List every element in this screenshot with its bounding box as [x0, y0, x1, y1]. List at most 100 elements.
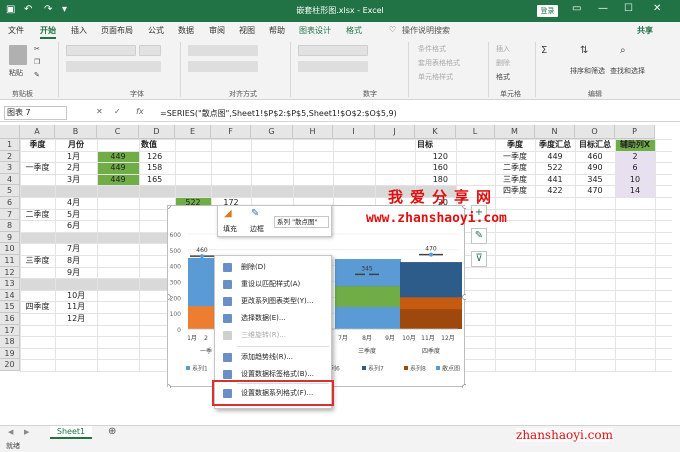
column-header-p[interactable]: P	[615, 125, 655, 139]
cell-b15[interactable]: 11月	[57, 301, 95, 312]
cell-b14[interactable]: 10月	[57, 290, 95, 301]
cell-styles-button[interactable]: 单元格样式	[418, 72, 453, 82]
cell-b2[interactable]: 1月	[57, 151, 95, 162]
tab-formulas[interactable]: 公式	[148, 25, 164, 36]
sheet-tab-sheet1[interactable]: Sheet1	[50, 426, 92, 439]
tab-chart-design[interactable]: 图表设计	[299, 25, 331, 36]
tab-insert[interactable]: 插入	[71, 25, 87, 36]
chart-filters-button[interactable]: ⊽	[471, 251, 487, 267]
q4-bar-mid[interactable]	[400, 297, 462, 310]
tab-help[interactable]: 帮助	[269, 25, 285, 36]
cell-o5[interactable]: 470	[577, 185, 613, 196]
row-header-19[interactable]: 19	[0, 347, 20, 360]
alignment-bottom-buttons[interactable]	[188, 61, 258, 72]
cell-a1[interactable]: 季度	[22, 139, 53, 150]
cell-b3[interactable]: 2月	[57, 162, 95, 173]
scroll-left-icon[interactable]: ◀	[8, 428, 13, 436]
menu-item-5[interactable]: 添加趋势线(R)...	[215, 349, 331, 366]
copy-icon[interactable]: ❐	[34, 58, 40, 66]
cell-d1[interactable]: 数值	[141, 139, 173, 150]
cell-b1[interactable]: 月份	[57, 139, 95, 150]
minimize-icon[interactable]: —	[598, 3, 608, 14]
cell-k4[interactable]: 180	[417, 174, 454, 185]
cell-d3[interactable]: 158	[141, 162, 173, 173]
tab-data[interactable]: 数据	[178, 25, 194, 36]
cell-c3[interactable]: 449	[99, 162, 137, 173]
row-header-3[interactable]: 3	[0, 162, 20, 174]
row-header-1[interactable]: 1	[0, 139, 20, 151]
tab-home[interactable]: 开始	[40, 25, 56, 39]
row-header-6[interactable]: 6	[0, 197, 20, 209]
tell-me-search[interactable]: 操作说明搜索	[402, 25, 450, 36]
tab-view[interactable]: 视图	[239, 25, 255, 36]
resize-handle[interactable]	[462, 294, 468, 300]
conditional-format-button[interactable]: 条件格式	[418, 44, 446, 54]
series-select-dropdown[interactable]: 系列 "散点图"	[274, 216, 329, 228]
cell-n3[interactable]: 522	[537, 162, 573, 173]
cell-m5[interactable]: 四季度	[497, 185, 533, 196]
cell-o3[interactable]: 490	[577, 162, 613, 173]
row-header-13[interactable]: 13	[0, 278, 20, 290]
border-button[interactable]: 边框	[250, 224, 264, 234]
resize-handle[interactable]	[165, 294, 171, 300]
cell-o4[interactable]: 345	[577, 174, 613, 185]
column-header-j[interactable]: J	[375, 125, 415, 139]
chart-styles-button[interactable]: ✎	[471, 228, 487, 244]
cell-b16[interactable]: 12月	[57, 313, 95, 324]
cell-n2[interactable]: 449	[537, 151, 573, 162]
alignment-top-buttons[interactable]	[188, 45, 258, 56]
insert-cells-button[interactable]: 插入	[496, 44, 510, 54]
menu-item-3[interactable]: 选择数据(E)...	[215, 310, 331, 327]
row-header-8[interactable]: 8	[0, 220, 20, 232]
scatter-point[interactable]	[429, 252, 433, 257]
cell-k1[interactable]: 目标	[417, 139, 454, 150]
column-header-n[interactable]: N	[535, 125, 575, 139]
cell-a3[interactable]: 一季度	[22, 162, 53, 173]
column-header-c[interactable]: C	[97, 125, 139, 139]
column-header-b[interactable]: B	[55, 125, 97, 139]
cell-c4[interactable]: 449	[99, 174, 137, 185]
font-name-dropdown[interactable]	[66, 45, 136, 56]
cell-n4[interactable]: 441	[537, 174, 573, 185]
cell-p1[interactable]: 辅助列X	[617, 139, 653, 150]
cut-icon[interactable]: ✂	[34, 45, 40, 53]
q4-bar-bottom[interactable]	[400, 307, 462, 329]
row-header-4[interactable]: 4	[0, 173, 20, 186]
cell-p3[interactable]: 6	[617, 162, 653, 173]
paste-icon[interactable]	[9, 45, 27, 65]
cell-b6[interactable]: 4月	[57, 197, 95, 208]
enter-icon[interactable]: ✓	[114, 107, 121, 116]
row-header-17[interactable]: 17	[0, 324, 20, 337]
cell-m2[interactable]: 一季度	[497, 151, 533, 162]
tab-review[interactable]: 审阅	[209, 25, 225, 36]
format-cells-button[interactable]: 格式	[496, 72, 510, 82]
cell-a7[interactable]: 二季度	[22, 209, 53, 220]
share-button[interactable]: 共享	[637, 25, 653, 36]
cell-a15[interactable]: 四季度	[22, 301, 53, 312]
tab-format[interactable]: 格式	[346, 25, 362, 36]
login-button[interactable]: 登录	[537, 5, 558, 17]
cell-o1[interactable]: 目标汇总	[577, 139, 613, 150]
row-header-7[interactable]: 7	[0, 208, 20, 221]
q1-bar-bottom[interactable]	[188, 306, 216, 329]
cell-b8[interactable]: 6月	[57, 220, 95, 231]
cell-a11[interactable]: 三季度	[22, 255, 53, 266]
cell-n5[interactable]: 422	[537, 185, 573, 196]
fill-button[interactable]: 填充	[223, 224, 237, 234]
cell-p5[interactable]: 14	[617, 185, 653, 196]
column-header-f[interactable]: F	[211, 125, 251, 139]
row-header-2[interactable]: 2	[0, 150, 20, 163]
autosum-icon[interactable]: Σ	[541, 45, 547, 56]
name-box[interactable]: 图表 7	[4, 106, 67, 120]
column-header-h[interactable]: H	[293, 125, 333, 139]
delete-cells-button[interactable]: 删除	[496, 58, 510, 68]
close-icon[interactable]: ✕	[653, 3, 661, 14]
cancel-icon[interactable]: ✕	[96, 107, 103, 116]
format-as-table-button[interactable]: 套用表格格式	[418, 58, 460, 68]
cell-b12[interactable]: 9月	[57, 267, 95, 278]
cell-b10[interactable]: 7月	[57, 243, 95, 254]
menu-item-0[interactable]: 删除(D)	[215, 259, 331, 276]
column-header-a[interactable]: A	[20, 125, 55, 139]
column-header-l[interactable]: L	[456, 125, 495, 139]
tab-file[interactable]: 文件	[8, 25, 24, 36]
